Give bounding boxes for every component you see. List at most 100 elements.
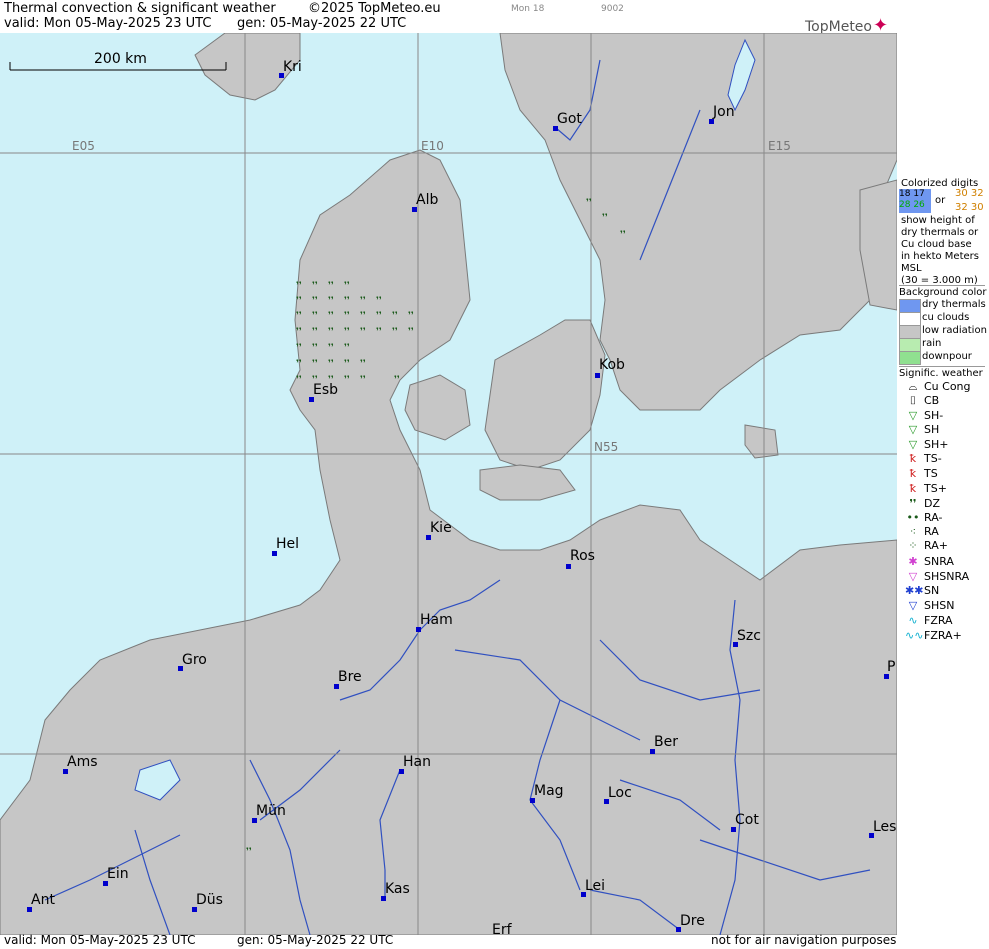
svg-text:❜❜: ❜❜ xyxy=(360,311,366,321)
svg-text:❜❜: ❜❜ xyxy=(360,327,366,337)
city-label: Hel xyxy=(276,536,300,552)
freezing-rain-heavy-icon: ∿∿ xyxy=(905,629,924,642)
showers-icon: ▽ xyxy=(908,423,918,436)
legend-bg-label: downpour xyxy=(922,351,972,362)
sig-label: TS- xyxy=(924,452,942,465)
legend-bg-label: rain xyxy=(922,338,942,349)
svg-text:❜❜: ❜❜ xyxy=(344,311,350,321)
svg-text:❜❜: ❜❜ xyxy=(296,281,302,291)
grid-label-n55: N55 xyxy=(594,440,619,454)
freezing-rain-icon: ∿ xyxy=(908,614,918,627)
svg-text:❜❜: ❜❜ xyxy=(296,296,302,306)
city-label: Ant xyxy=(31,892,55,908)
city-label: Loc xyxy=(608,785,632,801)
svg-text:❜❜: ❜❜ xyxy=(328,327,334,337)
svg-text:❜❜: ❜❜ xyxy=(312,359,318,369)
city-label: Ams xyxy=(67,754,98,770)
svg-text:❜❜: ❜❜ xyxy=(392,311,398,321)
city-label: Got xyxy=(557,111,582,127)
legend-bg-title: Background color xyxy=(899,285,987,298)
snow-rain-showers-icon: ▽ xyxy=(908,570,918,583)
sig-label: SN xyxy=(924,584,940,597)
thunderstorm-light-icon: ꝁ xyxy=(909,452,917,465)
sig-label: Cu Cong xyxy=(924,380,971,393)
city-label: Dre xyxy=(680,913,705,929)
svg-text:❜❜: ❜❜ xyxy=(344,327,350,337)
legend-panel: Colorized digits 18 17 28 26 or 30 32 32… xyxy=(897,33,989,935)
city-label: Alb xyxy=(416,192,439,208)
snow-showers-icon: ▽ xyxy=(908,599,918,612)
thunderstorm-icon: ꝁ xyxy=(909,467,917,480)
svg-text:❜❜: ❜❜ xyxy=(296,311,302,321)
svg-text:❜❜: ❜❜ xyxy=(376,311,382,321)
city-label: Ham xyxy=(420,612,453,628)
svg-text:❜❜: ❜❜ xyxy=(296,327,302,337)
svg-text:❜❜: ❜❜ xyxy=(376,296,382,306)
sig-label: RA xyxy=(924,525,939,538)
city-label: P xyxy=(887,659,896,675)
map-title: Thermal convection & significant weather xyxy=(4,1,276,16)
city-label: Düs xyxy=(196,892,223,908)
grid-label-e10: E10 xyxy=(421,139,444,153)
city-label: Ber xyxy=(654,734,678,750)
svg-text:❜❜: ❜❜ xyxy=(408,327,414,337)
rain-icon: ⁖ xyxy=(909,525,917,538)
sig-label: SH- xyxy=(924,409,944,422)
svg-text:❜❜: ❜❜ xyxy=(360,359,366,369)
svg-text:❜❜: ❜❜ xyxy=(602,213,608,223)
svg-text:❜❜: ❜❜ xyxy=(246,847,252,857)
svg-text:❜❜: ❜❜ xyxy=(392,327,398,337)
sig-label: FZRA+ xyxy=(924,629,962,642)
city-label: Bre xyxy=(338,669,362,685)
city-label: Kri xyxy=(283,59,302,75)
svg-text:❜❜: ❜❜ xyxy=(344,343,350,353)
swatch-low-radiation xyxy=(899,325,921,339)
grid-label-e15: E15 xyxy=(768,139,791,153)
city-label: Gro xyxy=(182,652,207,668)
digits-a1: 18 17 xyxy=(899,189,925,199)
digits-b1: 30 32 xyxy=(955,188,984,199)
sig-label: CB xyxy=(924,394,940,407)
legend-desc: MSL xyxy=(901,263,922,274)
svg-text:❜❜: ❜❜ xyxy=(344,296,350,306)
showers-light-icon: ▽ xyxy=(908,409,918,422)
svg-text:❜❜: ❜❜ xyxy=(328,281,334,291)
city-label: Han xyxy=(403,754,431,770)
city-label: Les xyxy=(873,819,897,835)
svg-text:❜❜: ❜❜ xyxy=(296,343,302,353)
swatch-downpour xyxy=(899,351,921,365)
svg-text:❜❜: ❜❜ xyxy=(296,359,302,369)
colorized-swatch: 18 17 28 26 xyxy=(899,189,931,213)
valid-time: valid: Mon 05-May-2025 23 UTC xyxy=(4,16,212,31)
sig-label: RA+ xyxy=(924,539,948,552)
legend-desc: in hekto Meters xyxy=(901,251,979,262)
sig-label: TS xyxy=(924,467,938,480)
city-label: Kob xyxy=(599,357,625,373)
city-marker xyxy=(595,373,600,378)
day-code: Mon 18 xyxy=(511,4,545,14)
swatch-rain xyxy=(899,338,921,352)
thunderstorm-heavy-icon: ꝁ xyxy=(909,482,917,495)
map-canvas: ❜❜ ❜❜ ❜❜ ❜❜ ❜❜ ❜❜ ❜❜ ❜❜ ❜❜ ❜❜ ❜❜ ❜❜ ❜❜ ❜❜ ❜❜ ❜❜ ❜❜ ❜❜ ❜… xyxy=(0,33,897,935)
cb-icon: ⌷ xyxy=(909,394,917,407)
map-area[interactable]: ❜❜ ❜❜ ❜❜ ❜❜ ❜❜ ❜❜ ❜❜ ❜❜ ❜❜ ❜❜ ❜❜ ❜❜ ❜❜ ❜❜ ❜❜ ❜❜ ❜❜ ❜❜ ❜… xyxy=(0,33,897,935)
showers-heavy-icon: ▽ xyxy=(908,438,918,451)
city-label: Kie xyxy=(430,520,452,536)
sig-label: TS+ xyxy=(924,482,947,495)
footer-valid-time: valid: Mon 05-May-2025 23 UTC xyxy=(4,933,196,947)
legend-bg-label: dry thermals xyxy=(922,299,986,310)
city-label: Kas xyxy=(385,881,410,897)
sig-label: SNRA xyxy=(924,555,954,568)
city-label: Mag xyxy=(534,783,564,799)
footer-generated-time: gen: 05-May-2025 22 UTC xyxy=(237,933,394,947)
svg-text:❜❜: ❜❜ xyxy=(360,296,366,306)
svg-text:❜❜: ❜❜ xyxy=(328,311,334,321)
drizzle-icon: ❜❜ xyxy=(909,497,917,510)
city-label: Szc xyxy=(737,628,761,644)
legend-sig-title: Signific. weather xyxy=(899,366,985,379)
svg-text:❜❜: ❜❜ xyxy=(344,375,350,385)
legend-or: or xyxy=(935,195,946,206)
digits-b2: 32 30 xyxy=(955,202,984,213)
sig-label: SHSN xyxy=(924,599,955,612)
svg-text:❜❜: ❜❜ xyxy=(296,375,302,385)
